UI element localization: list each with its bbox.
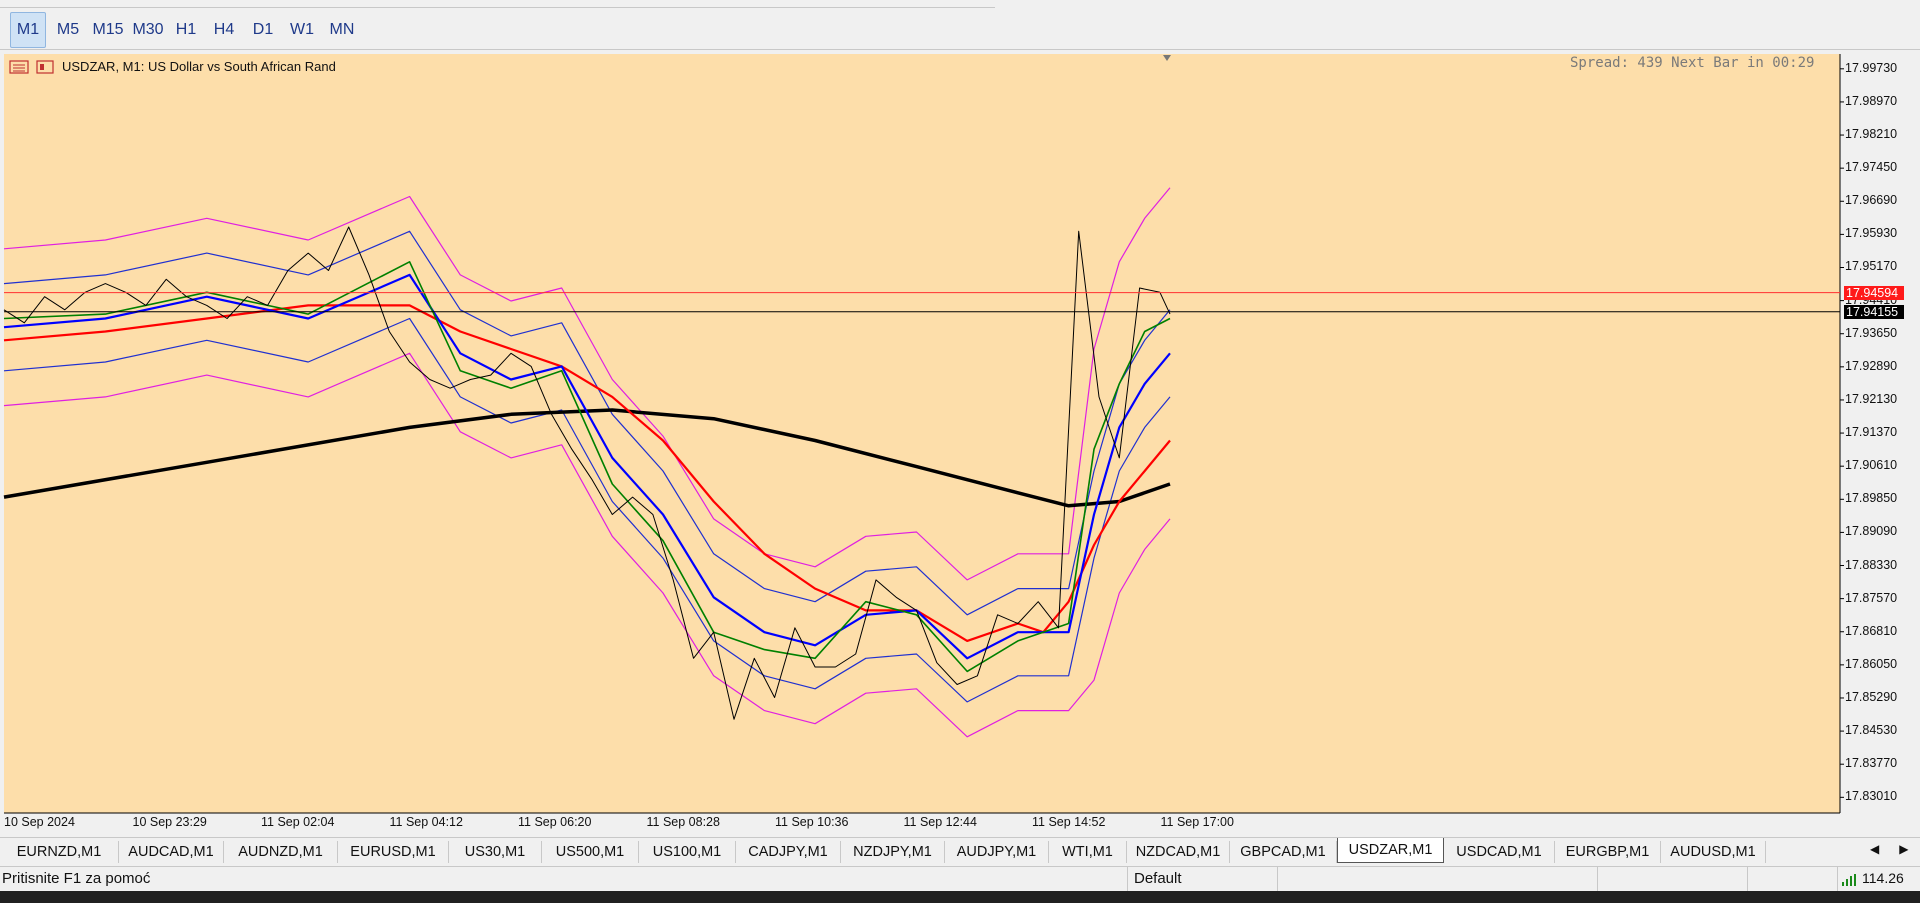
- price-tick-label: 17.89090: [1845, 524, 1898, 539]
- time-tick-label: 10 Sep 2024: [4, 815, 75, 829]
- timeframe-w1-button[interactable]: W1: [284, 12, 320, 48]
- price-tick-label: 17.97450: [1845, 160, 1898, 175]
- symbol-tab-wti-m1[interactable]: WTI,M1: [1049, 841, 1127, 863]
- symbol-tab-eurusd-m1[interactable]: EURUSD,M1: [338, 841, 449, 863]
- price-tick-label: 17.96690: [1845, 193, 1898, 208]
- price-tick-label: 17.86050: [1845, 656, 1898, 671]
- timeframe-m30-button[interactable]: M30: [128, 12, 168, 48]
- price-tick-label: 17.83010: [1845, 789, 1898, 804]
- price-tick-label: 17.98210: [1845, 127, 1898, 142]
- tab-scroll-arrows-icon[interactable]: ◀▶: [1870, 842, 1920, 856]
- timeframe-m1-button[interactable]: M1: [10, 12, 46, 48]
- price-tick-label: 17.88330: [1845, 557, 1898, 572]
- symbol-tab-usdzar-m1[interactable]: USDZAR,M1: [1337, 838, 1444, 863]
- symbol-tab-eurgbp-m1[interactable]: EURGBP,M1: [1555, 841, 1661, 863]
- symbol-tab-nzdcad-m1[interactable]: NZDCAD,M1: [1127, 841, 1230, 863]
- time-tick-label: 11 Sep 08:28: [646, 815, 720, 829]
- status-bar: Pritisnite F1 za pomoć Default 114.26: [0, 866, 1920, 891]
- symbol-tab-audusd-m1[interactable]: AUDUSD,M1: [1661, 841, 1766, 863]
- symbol-tab-us30-m1[interactable]: US30,M1: [449, 841, 542, 863]
- chart-icons: [9, 59, 59, 80]
- connection-speed: 114.26: [1862, 870, 1904, 886]
- symbol-tab-eurnzd-m1[interactable]: EURNZD,M1: [0, 841, 119, 863]
- timeframe-mn-button[interactable]: MN: [322, 12, 362, 48]
- toolbar: M1 M5 M15 M30 H1 H4 D1 W1 MN: [0, 0, 1920, 50]
- timeframe-h4-button[interactable]: H4: [206, 12, 242, 48]
- price-tick-label: 17.95170: [1845, 259, 1898, 274]
- symbol-tab-gbpcad-m1[interactable]: GBPCAD,M1: [1230, 841, 1337, 863]
- timeframe-m5-button[interactable]: M5: [50, 12, 86, 48]
- price-tick-label: 17.93650: [1845, 325, 1898, 340]
- price-tick-label: 17.86810: [1845, 623, 1898, 638]
- time-tick-label: 11 Sep 12:44: [903, 815, 977, 829]
- symbol-tab-nzdjpy-m1[interactable]: NZDJPY,M1: [841, 841, 945, 863]
- time-tick-label: 11 Sep 04:12: [389, 815, 463, 829]
- top-toolbar-strip: [0, 0, 995, 8]
- price-tick-label: 17.92130: [1845, 391, 1898, 406]
- spread-info: Spread: 439 Next Bar in 00:29: [1570, 55, 1815, 71]
- price-tick-label: 17.98970: [1845, 93, 1898, 108]
- price-tick-label: 17.89850: [1845, 491, 1898, 506]
- price-tick-label: 17.95930: [1845, 226, 1898, 241]
- chart-plot-area[interactable]: [4, 54, 1840, 813]
- price-tick-label: 17.91370: [1845, 425, 1898, 440]
- chart-title: USDZAR, M1: US Dollar vs South African R…: [62, 59, 336, 74]
- symbol-tab-cadjpy-m1[interactable]: CADJPY,M1: [736, 841, 841, 863]
- price-tick-label: 17.90610: [1845, 458, 1898, 473]
- price-chart[interactable]: [0, 52, 1920, 836]
- chart-window-icon[interactable]: [36, 60, 54, 74]
- chart-window[interactable]: [0, 52, 1920, 836]
- price-tick-label: 17.87570: [1845, 590, 1898, 605]
- time-tick-label: 10 Sep 23:29: [132, 815, 207, 829]
- symbol-tab-audcad-m1[interactable]: AUDCAD,M1: [119, 841, 224, 863]
- time-tick-label: 11 Sep 06:20: [518, 815, 592, 829]
- bid-price-label: 17.94155: [1844, 304, 1904, 319]
- taskbar: [0, 891, 1920, 903]
- symbol-tab-us100-m1[interactable]: US100,M1: [639, 841, 736, 863]
- price-tick-label: 17.92890: [1845, 358, 1898, 373]
- symbol-tab-usdcad-m1[interactable]: USDCAD,M1: [1444, 841, 1555, 863]
- connection-signal-icon: [1842, 873, 1858, 890]
- price-tick-label: 17.99730: [1845, 60, 1898, 75]
- chart-list-icon[interactable]: [9, 60, 29, 74]
- symbol-tab-us500-m1[interactable]: US500,M1: [542, 841, 639, 863]
- time-tick-label: 11 Sep 02:04: [261, 815, 335, 829]
- timeframe-h1-button[interactable]: H1: [168, 12, 204, 48]
- ask-price-label: 17.94594: [1844, 285, 1904, 300]
- price-tick-label: 17.84530: [1845, 723, 1898, 738]
- symbol-tabs-bar: EURNZD,M1 AUDCAD,M1 AUDNZD,M1 EURUSD,M1 US30…: [0, 837, 1920, 863]
- price-tick-label: 17.83770: [1845, 756, 1898, 771]
- symbol-tab-audjpy-m1[interactable]: AUDJPY,M1: [945, 841, 1049, 863]
- profile-name[interactable]: Default: [1134, 870, 1182, 887]
- time-tick-label: 11 Sep 10:36: [775, 815, 849, 829]
- help-text: Pritisnite F1 za pomoć: [2, 870, 151, 887]
- time-tick-label: 11 Sep 17:00: [1160, 815, 1234, 829]
- time-tick-label: 11 Sep 14:52: [1032, 815, 1106, 829]
- price-tick-label: 17.85290: [1845, 689, 1898, 704]
- timeframe-m15-button[interactable]: M15: [88, 12, 128, 48]
- symbol-tab-audnzd-m1[interactable]: AUDNZD,M1: [224, 841, 338, 863]
- timeframe-d1-button[interactable]: D1: [245, 12, 281, 48]
